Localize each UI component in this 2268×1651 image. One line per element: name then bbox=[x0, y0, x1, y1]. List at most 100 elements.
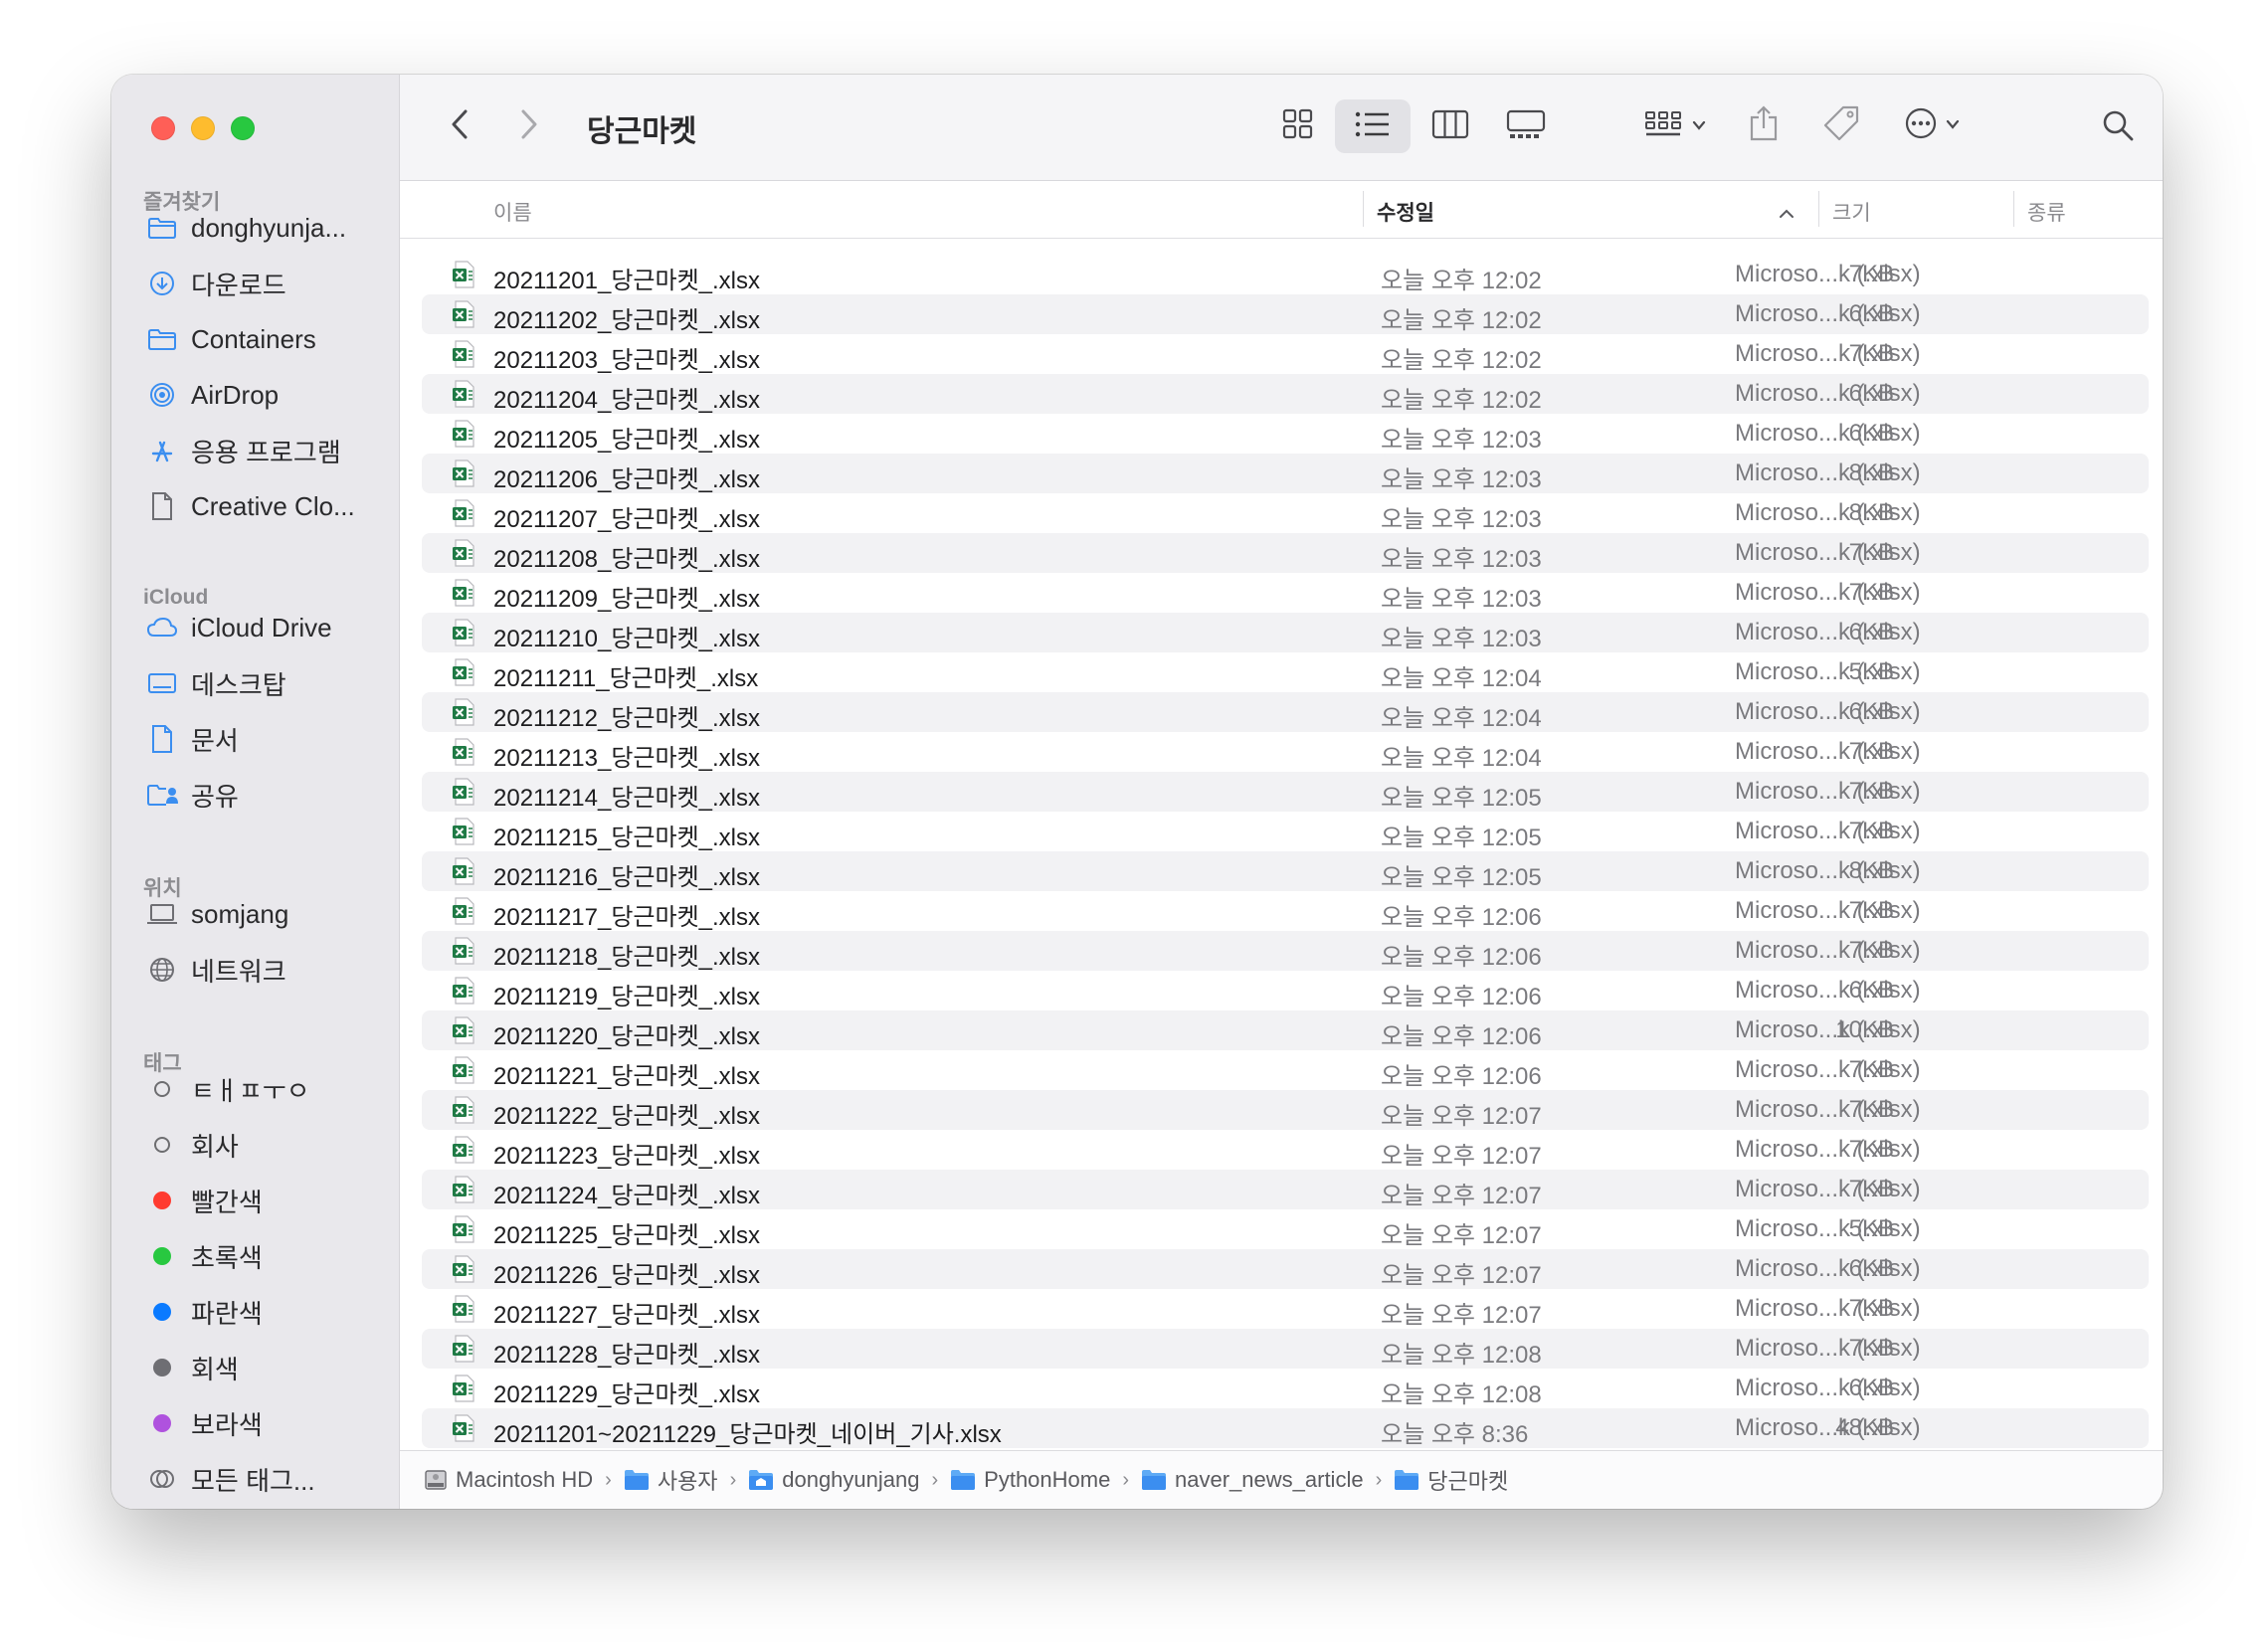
file-row[interactable]: 20211215_당근마켓_.xlsx 오늘 오후 12:05 7KB Microso… bbox=[422, 812, 2149, 851]
file-name: 20211205_당근마켓_.xlsx bbox=[493, 427, 761, 454]
sidebar-tag-green[interactable]: 초록색 bbox=[145, 1236, 263, 1276]
sidebar-item-label: 모든 태그... bbox=[191, 1465, 315, 1496]
file-row[interactable]: 20211214_당근마켓_.xlsx 오늘 오후 12:05 7KB Microso… bbox=[422, 772, 2149, 812]
home-folder-icon bbox=[748, 1469, 774, 1491]
breadcrumb-item[interactable]: 사용자 bbox=[624, 1464, 718, 1496]
file-kind: Microso...k (.xlsx) bbox=[1735, 897, 1921, 924]
excel-file-icon bbox=[452, 1335, 475, 1363]
sidebar-item-label: 회사 bbox=[191, 1131, 239, 1162]
file-date: 오늘 오후 12:06 bbox=[1381, 904, 1542, 931]
excel-file-icon bbox=[452, 1016, 475, 1044]
list-view-button[interactable] bbox=[1335, 99, 1411, 153]
breadcrumb-item[interactable]: naver_news_article bbox=[1141, 1467, 1364, 1493]
search-button[interactable] bbox=[2093, 102, 2143, 152]
breadcrumb-item[interactable]: 당근마켓 bbox=[1394, 1464, 1508, 1496]
sidebar-item-airdrop[interactable]: AirDrop bbox=[145, 375, 279, 415]
sidebar-tag-gray[interactable]: 회색 bbox=[145, 1348, 239, 1387]
file-row[interactable]: 20211227_당근마켓_.xlsx 오늘 오후 12:07 7KB Microso… bbox=[422, 1289, 2149, 1329]
file-row[interactable]: 20211209_당근마켓_.xlsx 오늘 오후 12:03 7KB Microso… bbox=[422, 573, 2149, 613]
file-row[interactable]: 20211219_당근마켓_.xlsx 오늘 오후 12:06 6KB Microso… bbox=[422, 971, 2149, 1010]
toolbar: 당근마켓 bbox=[400, 75, 2163, 181]
column-view-button[interactable] bbox=[1422, 101, 1478, 151]
folder-icon bbox=[624, 1469, 650, 1491]
sidebar-item-documents[interactable]: 문서 bbox=[145, 719, 239, 759]
file-row[interactable]: 20211221_당근마켓_.xlsx 오늘 오후 12:06 7KB Microso… bbox=[422, 1050, 2149, 1090]
column-divider[interactable] bbox=[1363, 191, 1364, 227]
file-row[interactable]: 20211202_당근마켓_.xlsx 오늘 오후 12:02 6KB Microso… bbox=[422, 294, 2149, 334]
more-actions-button[interactable] bbox=[1892, 100, 1972, 150]
breadcrumb-item[interactable]: Macintosh HD bbox=[424, 1467, 593, 1493]
column-kind-header[interactable]: 종류 bbox=[2027, 197, 2066, 227]
column-name-header[interactable]: 이름 bbox=[493, 197, 532, 227]
group-by-button[interactable] bbox=[1635, 101, 1715, 151]
column-size-header[interactable]: 크기 bbox=[1832, 197, 1871, 227]
sidebar-tag-all[interactable]: 모든 태그... bbox=[145, 1459, 315, 1499]
sidebar-tag-red[interactable]: 빨간색 bbox=[145, 1181, 263, 1220]
sidebar-item-somjang[interactable]: somjang bbox=[145, 894, 288, 934]
breadcrumb-item[interactable]: PythonHome bbox=[950, 1467, 1110, 1493]
sidebar-item-containers[interactable]: Containers bbox=[145, 319, 316, 359]
sidebar-item-icloud-drive[interactable]: iCloud Drive bbox=[145, 608, 332, 647]
file-name: 20211224_당근마켓_.xlsx bbox=[493, 1183, 761, 1209]
file-row[interactable]: 20211203_당근마켓_.xlsx 오늘 오후 12:02 7KB Microso… bbox=[422, 334, 2149, 374]
column-divider[interactable] bbox=[2013, 191, 2014, 227]
sidebar-item-shared[interactable]: 공유 bbox=[145, 775, 239, 815]
file-row[interactable]: 20211213_당근마켓_.xlsx 오늘 오후 12:04 7KB Microso… bbox=[422, 732, 2149, 772]
sidebar-item-applications[interactable]: 응용 프로그램 bbox=[145, 431, 341, 470]
file-row[interactable]: 20211224_당근마켓_.xlsx 오늘 오후 12:07 7KB Microso… bbox=[422, 1170, 2149, 1209]
close-button[interactable] bbox=[151, 116, 175, 140]
file-row[interactable]: 20211205_당근마켓_.xlsx 오늘 오후 12:03 6KB Microso… bbox=[422, 414, 2149, 454]
file-date: 오늘 오후 12:06 bbox=[1381, 1063, 1542, 1090]
file-row[interactable]: 20211229_당근마켓_.xlsx 오늘 오후 12:08 6KB Microso… bbox=[422, 1369, 2149, 1408]
file-name: 20211217_당근마켓_.xlsx bbox=[493, 904, 761, 931]
back-button[interactable] bbox=[440, 104, 479, 148]
zoom-button[interactable] bbox=[231, 116, 255, 140]
file-kind: Microso...k (.xlsx) bbox=[1735, 261, 1921, 287]
file-row[interactable]: 20211201~20211229_당근마켓_네이버_기사.xlsx 오늘 오후 … bbox=[422, 1408, 2149, 1448]
column-divider[interactable] bbox=[1818, 191, 1819, 227]
gallery-view-button[interactable] bbox=[1496, 101, 1556, 151]
file-row[interactable]: 20211206_당근마켓_.xlsx 오늘 오후 12:03 8KB Microso… bbox=[422, 454, 2149, 493]
sidebar-item-label: 초록색 bbox=[191, 1242, 263, 1273]
sidebar-item-home[interactable]: donghyunja... bbox=[145, 208, 346, 248]
file-row[interactable]: 20211211_당근마켓_.xlsx 오늘 오후 12:04 5KB Microso… bbox=[422, 652, 2149, 692]
file-row[interactable]: 20211217_당근마켓_.xlsx 오늘 오후 12:06 7KB Microso… bbox=[422, 891, 2149, 931]
excel-file-icon bbox=[452, 1375, 475, 1402]
file-row[interactable]: 20211228_당근마켓_.xlsx 오늘 오후 12:08 7KB Microso… bbox=[422, 1329, 2149, 1369]
sidebar-item-downloads[interactable]: 다운로드 bbox=[145, 264, 286, 303]
ellipsis-circle-icon bbox=[1904, 106, 1938, 145]
sidebar-tag-blue[interactable]: 파란색 bbox=[145, 1292, 263, 1332]
file-kind: Microso...k (.xlsx) bbox=[1735, 1056, 1921, 1083]
icon-view-button[interactable] bbox=[1273, 101, 1323, 151]
file-row[interactable]: 20211218_당근마켓_.xlsx 오늘 오후 12:06 7KB Microso… bbox=[422, 931, 2149, 971]
file-row[interactable]: 20211201_당근마켓_.xlsx 오늘 오후 12:02 7KB Microso… bbox=[422, 255, 2149, 294]
sidebar-tag-purple[interactable]: 보라색 bbox=[145, 1403, 263, 1443]
file-name: 20211220_당근마켓_.xlsx bbox=[493, 1023, 761, 1050]
share-button[interactable] bbox=[1741, 98, 1787, 152]
file-row[interactable]: 20211216_당근마켓_.xlsx 오늘 오후 12:05 8KB Microso… bbox=[422, 851, 2149, 891]
sidebar-tag-company[interactable]: 회사 bbox=[145, 1125, 239, 1165]
file-row[interactable]: 20211222_당근마켓_.xlsx 오늘 오후 12:07 7KB Microso… bbox=[422, 1090, 2149, 1130]
sidebar-tag-taepung[interactable]: ㅌㅐㅍㅜㅇ bbox=[145, 1069, 310, 1109]
file-row[interactable]: 20211220_당근마켓_.xlsx 오늘 오후 12:06 10KB Micros… bbox=[422, 1010, 2149, 1050]
breadcrumb-item[interactable]: donghyunjang bbox=[748, 1467, 919, 1493]
file-row[interactable]: 20211225_당근마켓_.xlsx 오늘 오후 12:07 5KB Microso… bbox=[422, 1209, 2149, 1249]
file-row[interactable]: 20211212_당근마켓_.xlsx 오늘 오후 12:04 6KB Microso… bbox=[422, 692, 2149, 732]
file-row[interactable]: 20211207_당근마켓_.xlsx 오늘 오후 12:03 8KB Microso… bbox=[422, 493, 2149, 533]
file-name: 20211221_당근마켓_.xlsx bbox=[493, 1063, 761, 1090]
tag-button[interactable] bbox=[1816, 100, 1866, 150]
file-date: 오늘 오후 12:05 bbox=[1381, 825, 1542, 851]
sidebar-item-network[interactable]: 네트워크 bbox=[145, 950, 286, 990]
file-row[interactable]: 20211223_당근마켓_.xlsx 오늘 오후 12:07 7KB Microso… bbox=[422, 1130, 2149, 1170]
file-date: 오늘 오후 12:07 bbox=[1381, 1222, 1542, 1249]
minimize-button[interactable] bbox=[191, 116, 215, 140]
file-row[interactable]: 20211208_당근마켓_.xlsx 오늘 오후 12:03 7KB Microso… bbox=[422, 533, 2149, 573]
sidebar-item-creative-cloud[interactable]: Creative Clo... bbox=[145, 486, 355, 526]
forward-button[interactable] bbox=[509, 104, 549, 148]
columns-icon bbox=[1431, 109, 1469, 144]
sidebar-item-desktop[interactable]: 데스크탑 bbox=[145, 663, 286, 703]
file-row[interactable]: 20211204_당근마켓_.xlsx 오늘 오후 12:02 6KB Microso… bbox=[422, 374, 2149, 414]
file-row[interactable]: 20211210_당근마켓_.xlsx 오늘 오후 12:03 6KB Microso… bbox=[422, 613, 2149, 652]
column-date-header[interactable]: 수정일 bbox=[1377, 197, 1434, 227]
file-row[interactable]: 20211226_당근마켓_.xlsx 오늘 오후 12:07 6KB Microso… bbox=[422, 1249, 2149, 1289]
